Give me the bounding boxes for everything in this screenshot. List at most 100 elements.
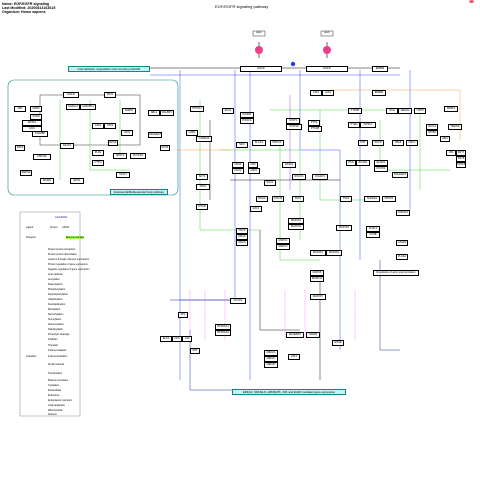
node-cblb[interactable]: CBLB (392, 140, 404, 146)
node-plcg1[interactable]: PLCG1 (252, 140, 266, 146)
node-mef2c[interactable]: MEF2C (264, 356, 278, 362)
node-pld1[interactable]: PLD1 (92, 150, 104, 156)
node-shc1[interactable]: SHC1 (222, 108, 234, 114)
node-prkca[interactable]: PRKCA (270, 140, 284, 146)
node-snx1[interactable]: SNX1 (104, 92, 116, 98)
node-arhgef6[interactable]: ARHGEF6 (392, 172, 408, 178)
node-mapk1[interactable]: MAPK1 (276, 238, 290, 244)
node-mapk3[interactable]: MAPK3 (276, 244, 290, 250)
node-nck1[interactable]: NCK1 (232, 162, 244, 168)
node-map2k7[interactable]: MAP2K7 (310, 294, 326, 300)
node-eif4ebp1[interactable]: EIF4EBP1 (286, 332, 304, 338)
node-abi1[interactable]: ABI1 (440, 136, 450, 142)
node-prkd1[interactable]: PRKD1 (382, 196, 396, 202)
node-gab1[interactable]: GAB1 (186, 130, 198, 136)
node-cav2[interactable]: CAV2 (104, 123, 116, 129)
node-eif4e[interactable]: EIF4E (332, 340, 344, 346)
node-rps6ka3[interactable]: RPS6KA3 (215, 330, 231, 336)
node-cav1[interactable]: CAV1 (92, 123, 104, 129)
node-krt8[interactable]: KRT8 (456, 156, 466, 162)
node-nedd4[interactable]: NEDD4 (398, 108, 412, 114)
node-crk[interactable]: CRK (248, 162, 258, 168)
node-stat5a[interactable]: STAT5A (286, 124, 302, 130)
node-reps2[interactable]: REPS2 (20, 170, 32, 176)
node-map4k1[interactable]: MAP4K1 (336, 225, 352, 231)
node-pebp1[interactable]: PEBP1 (444, 106, 458, 112)
node-stat3[interactable]: STAT3 (286, 118, 300, 124)
receptor-egfr-2[interactable]: EGFR (306, 66, 348, 72)
node-rac1[interactable]: RAC1 (264, 180, 276, 186)
node-arhgef7[interactable]: ARHGEF7 (148, 132, 162, 138)
node-map3k2[interactable]: MAP3K2 (326, 250, 342, 256)
node-grb2[interactable]: GRB2 (30, 106, 42, 112)
node-nedd8[interactable]: NEDD8 (448, 124, 462, 130)
node-foxo1[interactable]: FOXO1 (230, 298, 246, 304)
node-ptk2b[interactable]: PTK2B (308, 126, 322, 132)
node-casp3[interactable]: CASP3 (396, 240, 408, 246)
node-rasa1[interactable]: RASA1 (282, 162, 296, 168)
node-elmo1[interactable]: ELMO1 (374, 160, 388, 166)
node-mef2d[interactable]: MEF2D (264, 362, 278, 368)
node-rab5a[interactable]: RAB5A (122, 108, 136, 114)
node-bcar1[interactable]: BCAR1 (356, 160, 370, 166)
node-cblc[interactable]: CBLC (406, 140, 418, 146)
node-mef2a[interactable]: MEF2A (264, 350, 278, 356)
node-stat1[interactable]: STAT1 (116, 172, 130, 178)
node-fosb[interactable]: FOSB (366, 232, 380, 238)
node-map2k2[interactable]: MAP2K2 (288, 224, 304, 230)
node-camk2a[interactable]: CAMK2A (196, 136, 212, 142)
node-nras[interactable]: NRAS (236, 240, 248, 246)
node-sos1[interactable]: SOS1 (160, 145, 170, 151)
node-rock1[interactable]: ROCK1 (292, 174, 306, 180)
node-sp1[interactable]: SP1 (178, 312, 188, 318)
node-ptk2[interactable]: PTK2 (308, 120, 320, 126)
node-sh3kbp1[interactable]: SH3KBP1 (80, 104, 96, 110)
node-krt7[interactable]: KRT7 (456, 150, 466, 156)
node-cbl[interactable]: CBL (14, 106, 26, 112)
node-stam[interactable]: STAM (30, 114, 42, 120)
node-asap1[interactable]: ASAP1 (60, 143, 74, 149)
node-mt1[interactable]: MT1 (358, 140, 368, 146)
node-iqgap1[interactable]: IQGAP1 (312, 174, 328, 180)
node-mapk14[interactable]: MAPK14 (310, 276, 324, 282)
node-raf1[interactable]: RAF1 (250, 206, 262, 212)
node-pten[interactable]: PTEN (348, 122, 360, 128)
node-vim[interactable]: VIM (446, 150, 456, 156)
node-ap2a1[interactable]: AP2A1 (426, 124, 438, 130)
node-socs[interactable]: SOCS (372, 140, 384, 146)
node-abl1[interactable]: ABL1 (148, 110, 160, 116)
node-ptpn11[interactable]: PTPN11 (190, 106, 204, 112)
node-atf1[interactable]: ATF1 (288, 354, 300, 360)
node-cttn[interactable]: CTTN (92, 160, 104, 166)
node-srf[interactable]: SRF (190, 348, 200, 354)
node-usp8[interactable]: USP8 (414, 108, 426, 114)
node-pdk1[interactable]: PDK1 (196, 184, 210, 190)
receptor-erbb2[interactable]: ERBB2 (372, 66, 388, 72)
node-pxn[interactable]: PXN (346, 160, 356, 166)
node-plscr1[interactable]: PLSCR1 (130, 153, 146, 159)
node-creb1[interactable]: CREB1 (306, 332, 320, 338)
node-jun[interactable]: JUN (182, 336, 192, 342)
node-dock1[interactable]: DOCK1 (374, 166, 388, 172)
node-sh3gl2[interactable]: SH3GL2 (66, 104, 80, 110)
node-ptprr[interactable]: PTPRR (348, 108, 362, 114)
node-jak2[interactable]: JAK2 (322, 90, 334, 96)
node-cdkn1a[interactable]: CDKN1A (396, 210, 410, 216)
node-fosl1[interactable]: FOSL1 (366, 226, 380, 232)
node-pik3ca[interactable]: PIK3CA (240, 118, 254, 124)
node-rhoa[interactable]: RHOA (256, 196, 268, 202)
node-kras[interactable]: KRAS (236, 228, 248, 234)
node-krt18[interactable]: KRT18 (456, 162, 466, 168)
node-vav1[interactable]: VAV1 (121, 130, 133, 136)
node-arf6[interactable]: ARF6 (15, 145, 25, 151)
node-mapk8[interactable]: MAPK8 (310, 270, 324, 276)
node-eps15[interactable]: EPS15 (22, 120, 42, 126)
node-plce1[interactable]: PLCE1 (396, 254, 408, 260)
node-akt1[interactable]: AKT1 (196, 174, 208, 180)
node-pik3r1[interactable]: PIK3R1 (240, 112, 254, 118)
node-fos[interactable]: FOS (172, 336, 182, 342)
node-stambp[interactable]: STAMBP (32, 131, 48, 137)
node-hras[interactable]: HRAS (236, 234, 248, 240)
node-sh2d2a[interactable]: SH2D2A (364, 196, 380, 202)
node-map3k1[interactable]: MAP3K1 (310, 250, 326, 256)
